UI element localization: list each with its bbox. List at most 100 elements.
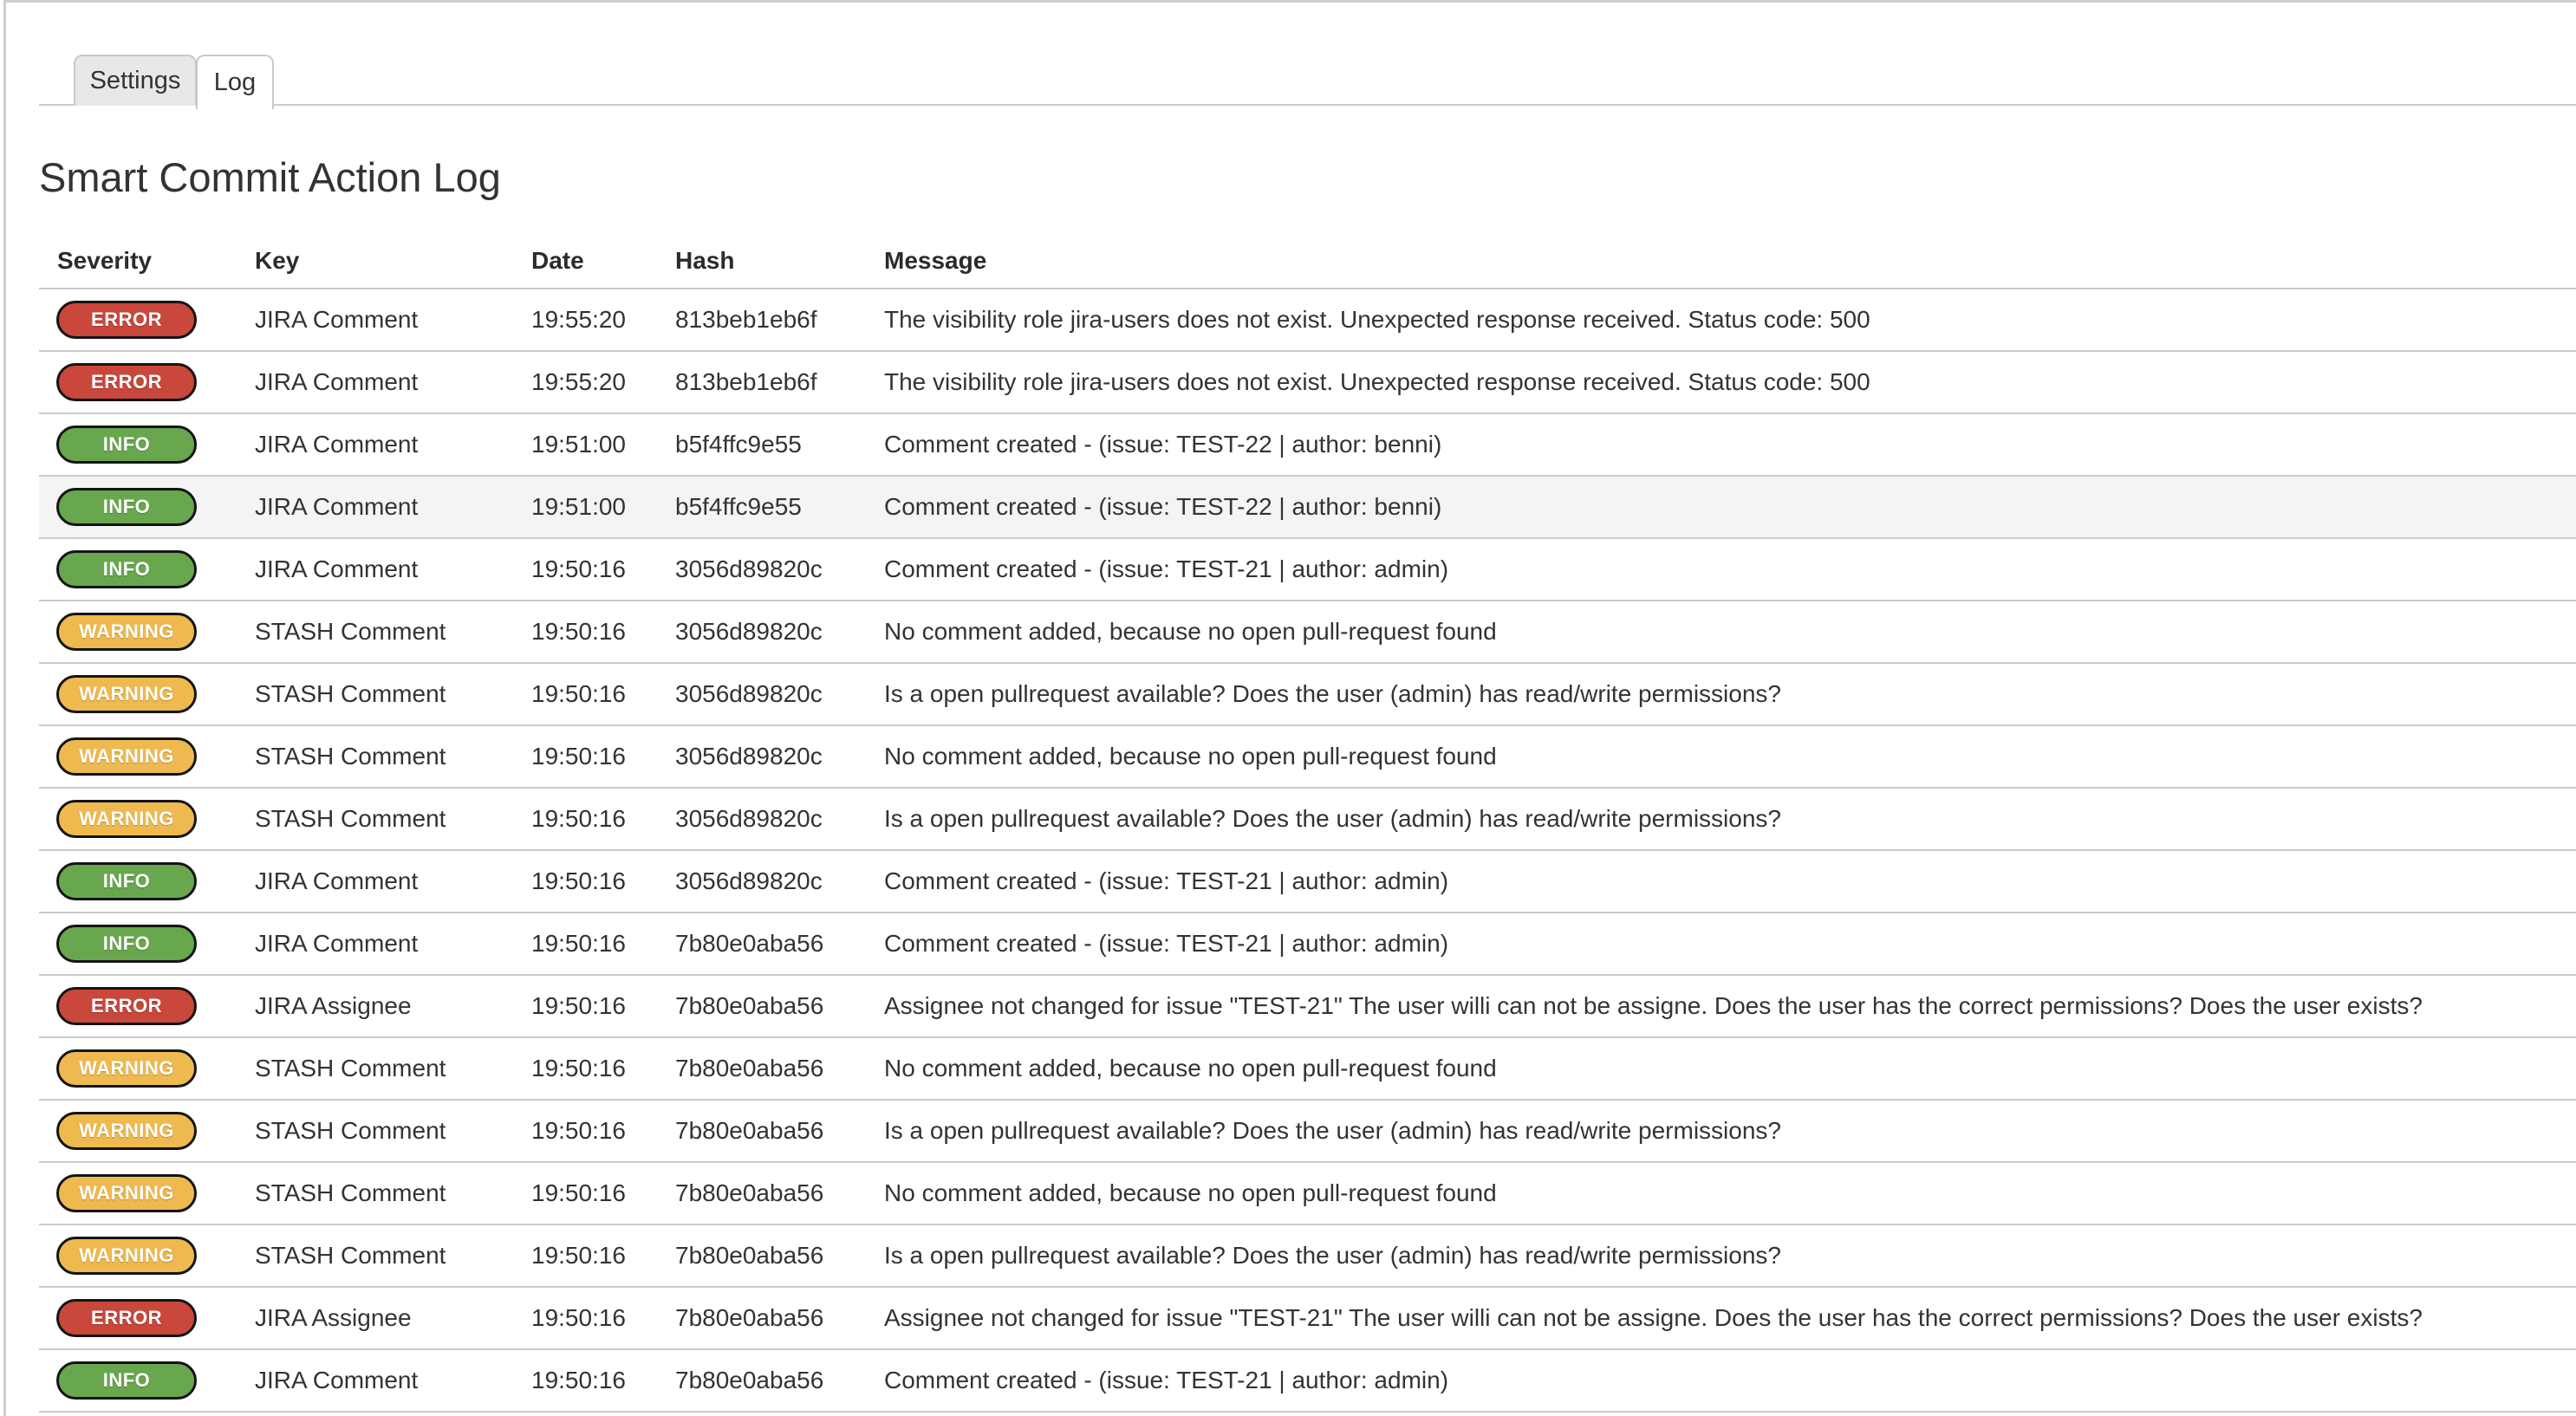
hash-cell: 813beb1eb6f [675,368,884,396]
table-row: INFOJIRA Comment19:50:163056d89820cComme… [39,851,2576,913]
severity-cell: ERROR [39,301,255,339]
date-cell: 19:50:16 [531,1179,675,1207]
message-cell: Comment created - (issue: TEST-21 | auth… [884,555,2576,583]
table-row: ERRORJIRA Assignee19:50:167b80e0aba56Ass… [39,976,2576,1038]
table-row: INFOJIRA Comment19:50:163056d89820cComme… [39,539,2576,601]
hash-cell: 3056d89820c [675,867,884,895]
message-cell: Comment created - (issue: TEST-22 | auth… [884,431,2576,458]
key-cell: JIRA Comment [255,431,531,458]
date-cell: 19:50:16 [531,1242,675,1270]
hash-cell: 3056d89820c [675,805,884,833]
message-cell: No comment added, because no open pull-r… [884,1179,2576,1207]
message-cell: Assignee not changed for issue "TEST-21"… [884,1304,2576,1332]
page-left-border [3,0,6,1416]
hash-cell: b5f4ffc9e55 [675,431,884,458]
severity-cell: WARNING [39,1174,255,1212]
table-row: INFOJIRA Comment19:51:00b5f4ffc9e55Comme… [39,477,2576,539]
table-row: INFOJIRA Comment19:50:167b80e0aba56Comme… [39,1350,2576,1413]
table-row: ERRORJIRA Comment19:55:20813beb1eb6fThe … [39,352,2576,414]
column-header-date: Date [531,247,675,275]
message-cell: Is a open pullrequest available? Does th… [884,1242,2576,1270]
column-header-severity: Severity [39,247,255,275]
hash-cell: 3056d89820c [675,555,884,583]
date-cell: 19:51:00 [531,431,675,458]
severity-badge: WARNING [56,1112,197,1150]
date-cell: 19:51:00 [531,493,675,521]
severity-cell: INFO [39,488,255,526]
severity-badge: INFO [56,425,197,464]
tab-bar: Settings Log [74,55,274,109]
tab-settings[interactable]: Settings [74,55,197,106]
message-cell: Is a open pullrequest available? Does th… [884,680,2576,708]
severity-cell: INFO [39,425,255,464]
severity-cell: ERROR [39,1299,255,1337]
severity-badge: INFO [56,862,197,900]
severity-badge: WARNING [56,1049,197,1088]
table-row: WARNINGSTASH Comment19:50:167b80e0aba56N… [39,1038,2576,1101]
severity-badge: ERROR [56,301,197,339]
table-row: WARNINGSTASH Comment19:50:163056d89820cI… [39,789,2576,851]
message-cell: The visibility role jira-users does not … [884,306,2576,334]
key-cell: JIRA Comment [255,867,531,895]
table-row: WARNINGSTASH Comment19:50:163056d89820cN… [39,601,2576,664]
table-row: WARNINGSTASH Comment19:50:163056d89820cN… [39,726,2576,789]
severity-cell: ERROR [39,363,255,401]
severity-badge: INFO [56,550,197,588]
table-row: WARNINGSTASH Comment19:50:163056d89820cI… [39,664,2576,726]
hash-cell: 7b80e0aba56 [675,1242,884,1270]
message-cell: Assignee not changed for issue "TEST-21"… [884,992,2576,1020]
severity-cell: WARNING [39,613,255,651]
severity-cell: ERROR [39,987,255,1025]
key-cell: STASH Comment [255,1179,531,1207]
message-cell: The visibility role jira-users does not … [884,368,2576,396]
hash-cell: 813beb1eb6f [675,306,884,334]
table-row: WARNINGSTASH Comment19:50:167b80e0aba56I… [39,1101,2576,1163]
severity-badge: INFO [56,488,197,526]
severity-badge: ERROR [56,363,197,401]
key-cell: JIRA Comment [255,306,531,334]
severity-badge: INFO [56,1361,197,1400]
tab-log[interactable]: Log [196,55,274,109]
table-row: ERRORJIRA Assignee19:50:167b80e0aba56Ass… [39,1288,2576,1350]
column-header-key: Key [255,247,531,275]
severity-cell: WARNING [39,737,255,776]
severity-cell: INFO [39,862,255,900]
severity-cell: WARNING [39,800,255,838]
table-row: WARNING STASH Comment19:50:167b80e0aba56N… [39,1163,2576,1225]
severity-badge: WARNING [56,1174,197,1212]
severity-cell: WARNING [39,1049,255,1088]
date-cell: 19:50:16 [531,1367,675,1394]
table-header-row: Severity Key Date Hash Message [39,234,2576,289]
severity-cell: WARNING [39,1112,255,1150]
hash-cell: 7b80e0aba56 [675,992,884,1020]
key-cell: JIRA Assignee [255,1304,531,1332]
date-cell: 19:50:16 [531,743,675,770]
page-top-border [3,0,2576,3]
severity-cell: INFO [39,1361,255,1400]
severity-cell: INFO [39,550,255,588]
table-row: INFOJIRA Comment19:50:167b80e0aba56Comme… [39,913,2576,976]
message-cell: Comment created - (issue: TEST-22 | auth… [884,493,2576,521]
severity-cell: INFO [39,925,255,963]
severity-badge: WARNING [56,675,197,713]
log-table-body: ERRORJIRA Comment19:55:20813beb1eb6fThe … [39,289,2576,1413]
severity-badge: WARNING [56,737,197,776]
hash-cell: 7b80e0aba56 [675,1055,884,1082]
page-title: Smart Commit Action Log [39,153,501,201]
date-cell: 19:50:16 [531,1055,675,1082]
tab-strip-divider [39,104,2576,106]
hash-cell: 7b80e0aba56 [675,1179,884,1207]
date-cell: 19:50:16 [531,618,675,646]
key-cell: JIRA Assignee [255,992,531,1020]
hash-cell: 3056d89820c [675,618,884,646]
message-cell: Comment created - (issue: TEST-21 | auth… [884,1367,2576,1394]
message-cell: Comment created - (issue: TEST-21 | auth… [884,867,2576,895]
message-cell: No comment added, because no open pull-r… [884,1055,2576,1082]
date-cell: 19:50:16 [531,1117,675,1145]
table-row: ERRORJIRA Comment19:55:20813beb1eb6fThe … [39,289,2576,352]
severity-badge: ERROR [56,1299,197,1337]
column-header-hash: Hash [675,247,884,275]
date-cell: 19:50:16 [531,930,675,958]
tab-log-label: Log [214,68,256,97]
message-cell: No comment added, because no open pull-r… [884,743,2576,770]
